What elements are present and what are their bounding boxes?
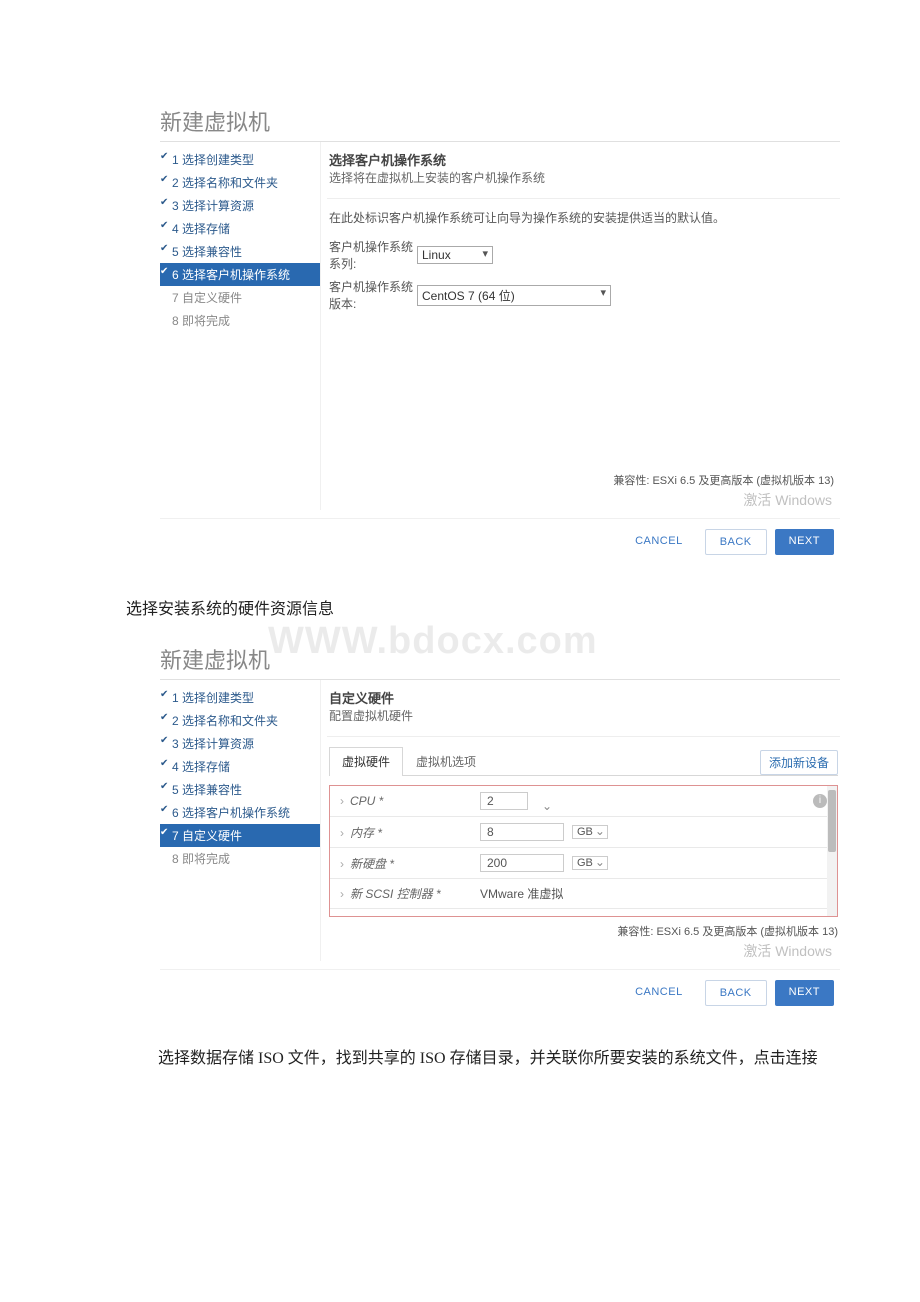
os-version-label: 客户机操作系统版本: [329,278,417,312]
step-7[interactable]: 7 自定义硬件 [160,824,320,847]
hardware-scrollbar[interactable] [827,786,837,916]
step-3[interactable]: 3 选择计算资源 [160,194,320,217]
step-8: 8 即将完成 [160,309,320,332]
content-title: 自定义硬件 [329,688,838,707]
content-subtitle: 选择将在虚拟机上安装的客户机操作系统 [329,169,838,186]
step-2[interactable]: 2 选择名称和文件夹 [160,709,320,732]
row-memory-label: 内存 * [350,826,382,840]
disk-unit-select[interactable]: GB [572,856,608,870]
info-icon[interactable]: i [813,794,827,808]
back-button[interactable]: BACK [705,529,767,555]
windows-activate-wm: 激活 Windows [329,490,832,510]
cpu-value-select[interactable]: 2 [480,792,528,810]
os-family-select[interactable]: Linux [417,246,493,264]
cancel-button[interactable]: CANCEL [621,980,697,1006]
content-title: 选择客户机操作系统 [329,150,838,169]
connect-label: 连接 [803,915,827,917]
row-cpu-label: CPU * [350,794,383,808]
step-8: 8 即将完成 [160,847,320,870]
os-version-select[interactable]: CentOS 7 (64 位) [417,285,611,306]
content-desc: 在此处标识客户机操作系统可让向导为操作系统的安装提供适当的默认值。 [329,209,838,226]
step-4[interactable]: 4 选择存储 [160,217,320,240]
step-6[interactable]: 6 选择客户机操作系统 [160,263,320,286]
step-5[interactable]: 5 选择兼容性 [160,240,320,263]
compat-footer: 兼容性: ESXi 6.5 及更高版本 (虚拟机版本 13) [329,472,834,488]
wizard-content: 选择客户机操作系统 选择将在虚拟机上安装的客户机操作系统 在此处标识客户机操作系… [320,142,840,510]
step-6[interactable]: 6 选择客户机操作系统 [160,801,320,824]
step-7: 7 自定义硬件 [160,286,320,309]
next-button[interactable]: NEXT [775,980,834,1006]
step-1[interactable]: 1 选择创建类型 [160,148,320,171]
chevron-right-icon[interactable]: › [340,887,344,901]
step-3[interactable]: 3 选择计算资源 [160,732,320,755]
doc-caption-1: 选择安装系统的硬件资源信息 [126,595,920,619]
next-button[interactable]: NEXT [775,529,834,555]
scsi-value: VMware 准虚拟 [480,885,563,902]
hardware-list: › CPU * 2 i › 内存 * 8 GB [329,785,838,917]
step-1[interactable]: 1 选择创建类型 [160,686,320,709]
wizard-dialog-step7: 新建虚拟机 1 选择创建类型 2 选择名称和文件夹 3 选择计算资源 4 选择存… [160,643,840,1016]
content-subtitle: 配置虚拟机硬件 [329,707,838,724]
chevron-right-icon[interactable]: › [340,857,344,871]
memory-value-input[interactable]: 8 [480,823,564,841]
chevron-right-icon[interactable]: › [340,794,344,808]
step-2[interactable]: 2 选择名称和文件夹 [160,171,320,194]
memory-unit-select[interactable]: GB [572,825,608,839]
dialog-title: 新建虚拟机 [160,643,840,675]
compat-footer: 兼容性: ESXi 6.5 及更高版本 (虚拟机版本 13) [329,923,838,939]
row-scsi-label: 新 SCSI 控制器 * [350,887,441,901]
os-family-label: 客户机操作系统系列: [329,238,417,272]
row-disk-label: 新硬盘 * [350,857,394,871]
wizard-steps-sidebar: 1 选择创建类型 2 选择名称和文件夹 3 选择计算资源 4 选择存储 5 选择… [160,680,320,961]
chevron-right-icon[interactable]: › [340,826,344,840]
doc-caption-2: 选择数据存储 ISO 文件，找到共享的 ISO 存储目录，并关联你所要安装的系统… [126,1046,920,1072]
dialog-title: 新建虚拟机 [160,105,840,137]
cancel-button[interactable]: CANCEL [621,529,697,555]
add-device-button[interactable]: 添加新设备 [760,750,838,775]
step-4[interactable]: 4 选择存储 [160,755,320,778]
wizard-dialog-step6: 新建虚拟机 1 选择创建类型 2 选择名称和文件夹 3 选择计算资源 4 选择存… [160,105,840,565]
step-5[interactable]: 5 选择兼容性 [160,778,320,801]
wizard-content: 自定义硬件 配置虚拟机硬件 虚拟硬件 虚拟机选项 添加新设备 › CPU * 2 [320,680,840,961]
disk-value-input[interactable]: 200 [480,854,564,872]
windows-activate-wm: 激活 Windows [329,941,832,961]
back-button[interactable]: BACK [705,980,767,1006]
tab-vm-options[interactable]: 虚拟机选项 [403,747,489,775]
tab-virtual-hardware[interactable]: 虚拟硬件 [329,747,403,776]
wizard-steps-sidebar: 1 选择创建类型 2 选择名称和文件夹 3 选择计算资源 4 选择存储 5 选择… [160,142,320,510]
